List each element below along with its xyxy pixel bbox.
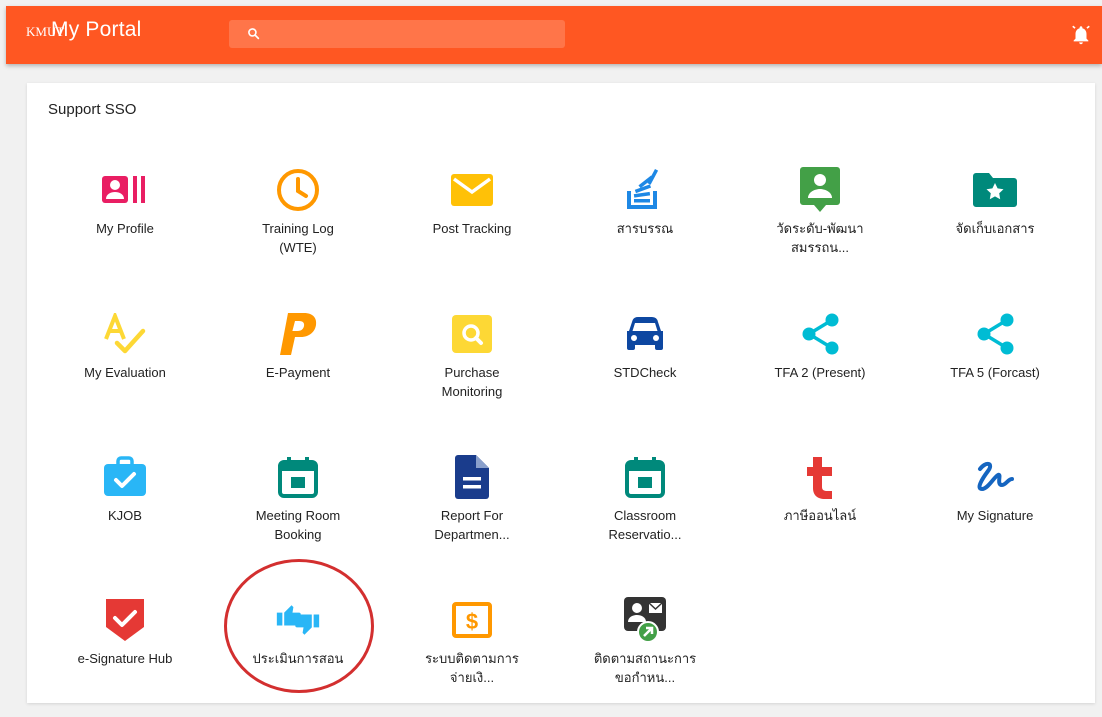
- stack-icon: [622, 167, 668, 213]
- app-tile-label: My Evaluation: [84, 365, 166, 380]
- person-pin-icon: [797, 167, 843, 213]
- profile-card-icon: [102, 167, 148, 213]
- top-app-bar: KMUT My Portal: [6, 6, 1102, 64]
- app-tile-label: จัดเก็บเอกสาร: [955, 221, 1035, 236]
- p-letter-icon: [275, 311, 321, 357]
- app-tile-document-store[interactable]: จัดเก็บเอกสาร: [920, 167, 1070, 287]
- app-tile-tfa5[interactable]: TFA 5 (Forcast): [920, 311, 1070, 431]
- spellcheck-icon: [102, 311, 148, 357]
- share-icon: [797, 311, 843, 357]
- app-tile-my-evaluation[interactable]: My Evaluation: [50, 311, 200, 431]
- portal-logo[interactable]: KMUT My Portal: [26, 18, 142, 42]
- app-tile-stdcheck[interactable]: STDCheck: [570, 311, 720, 431]
- app-tile-label: วัดระดับ-พัฒนา สมรรถน...: [776, 221, 864, 255]
- app-tile-kjob[interactable]: KJOB: [50, 454, 200, 574]
- apps-card: Support SSO My Profile Training Log (WTE): [27, 83, 1095, 703]
- app-tile-label: Classroom Reservatio...: [608, 508, 682, 542]
- app-tile-report-department[interactable]: Report For Departmen...: [397, 454, 547, 574]
- car-icon: [622, 311, 668, 357]
- app-tile-saraban[interactable]: สารบรรณ: [570, 167, 720, 287]
- section-title: Support SSO: [48, 101, 137, 118]
- app-tile-label: e-Signature Hub: [77, 651, 173, 666]
- app-tile-label: My Signature: [956, 508, 1034, 523]
- app-tile-payment-tracking[interactable]: $ ระบบติดตามการ จ่ายเงิ...: [397, 597, 547, 717]
- app-tile-label: KJOB: [108, 508, 142, 523]
- clock-icon: [275, 167, 321, 213]
- app-tile-status-tracking[interactable]: ติดตามสถานะการ ขอกำหน...: [570, 597, 720, 717]
- app-tile-e-signature-hub[interactable]: e-Signature Hub: [50, 597, 200, 717]
- contact-mail-icon: [622, 597, 668, 643]
- search-box-icon: [449, 311, 495, 357]
- app-tile-label: ระบบติดตามการ จ่ายเงิ...: [425, 651, 519, 685]
- app-title: My Portal: [51, 18, 142, 41]
- signature-icon: [972, 454, 1018, 500]
- app-tile-meeting-room[interactable]: Meeting Room Booking: [223, 454, 373, 574]
- calendar-icon: [622, 454, 668, 500]
- shield-check-icon: [102, 597, 148, 643]
- app-tile-my-signature[interactable]: My Signature: [920, 454, 1070, 574]
- search-bar[interactable]: [229, 20, 565, 48]
- app-tile-label: ติดตามสถานะการ ขอกำหน...: [593, 651, 697, 685]
- briefcase-check-icon: [102, 454, 148, 500]
- app-tile-label: STDCheck: [613, 365, 677, 380]
- t-letter-icon: [797, 454, 843, 500]
- app-tile-label: ภาษีออนไลน์: [783, 508, 857, 523]
- app-tile-classroom-reservation[interactable]: Classroom Reservatio...: [570, 454, 720, 574]
- app-tile-competency[interactable]: วัดระดับ-พัฒนา สมรรถน...: [745, 167, 895, 287]
- app-tile-training-log[interactable]: Training Log (WTE): [223, 167, 373, 287]
- app-tile-my-profile[interactable]: My Profile: [50, 167, 200, 287]
- share-icon: [972, 311, 1018, 357]
- app-tile-label: Report For Departmen...: [434, 508, 510, 542]
- app-tile-label: สารบรรณ: [616, 221, 674, 236]
- app-tile-label: Training Log (WTE): [262, 221, 334, 255]
- app-tile-purchase-monitoring[interactable]: Purchase Monitoring: [397, 311, 547, 431]
- app-tile-label: E-Payment: [265, 365, 331, 380]
- app-tile-label: My Profile: [96, 221, 154, 236]
- document-icon: [449, 454, 495, 500]
- app-tile-label: TFA 2 (Present): [774, 365, 866, 380]
- app-tile-label: Post Tracking: [432, 221, 512, 236]
- mail-icon: [449, 167, 495, 213]
- app-tile-e-payment[interactable]: E-Payment: [223, 311, 373, 431]
- dollar-box-icon: $: [449, 597, 495, 643]
- app-tile-label: Purchase Monitoring: [441, 365, 503, 399]
- calendar-icon: [275, 454, 321, 500]
- app-tile-tfa2[interactable]: TFA 2 (Present): [745, 311, 895, 431]
- app-tile-label: TFA 5 (Forcast): [950, 365, 1040, 380]
- app-tile-tax-online[interactable]: ภาษีออนไลน์: [745, 454, 895, 574]
- highlight-circle: [224, 559, 374, 693]
- app-tile-post-tracking[interactable]: Post Tracking: [397, 167, 547, 287]
- svg-text:$: $: [466, 609, 478, 634]
- app-tile-label: Meeting Room Booking: [255, 508, 341, 542]
- logo-mark: KMUT: [26, 23, 65, 39]
- star-folder-icon: [972, 167, 1018, 213]
- notification-bell-icon[interactable]: [1070, 24, 1092, 51]
- search-icon: [248, 28, 260, 40]
